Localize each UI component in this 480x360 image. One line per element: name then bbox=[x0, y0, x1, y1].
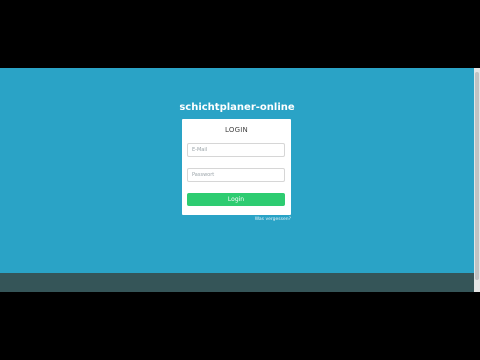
browser-viewport: schichtplaner-online LOGIN Login Was ver… bbox=[0, 68, 480, 292]
forgot-password-link[interactable]: Was vergessen? bbox=[244, 217, 291, 222]
page-footer bbox=[0, 273, 474, 292]
login-button[interactable]: Login bbox=[187, 193, 285, 206]
scrollbar-thumb[interactable] bbox=[475, 72, 479, 280]
email-field[interactable] bbox=[187, 143, 285, 157]
login-card: LOGIN Login bbox=[182, 119, 291, 215]
login-heading: LOGIN bbox=[225, 126, 248, 134]
password-field[interactable] bbox=[187, 168, 285, 182]
app-title: schichtplaner-online bbox=[179, 102, 295, 113]
login-page: schichtplaner-online LOGIN Login Was ver… bbox=[0, 68, 474, 273]
